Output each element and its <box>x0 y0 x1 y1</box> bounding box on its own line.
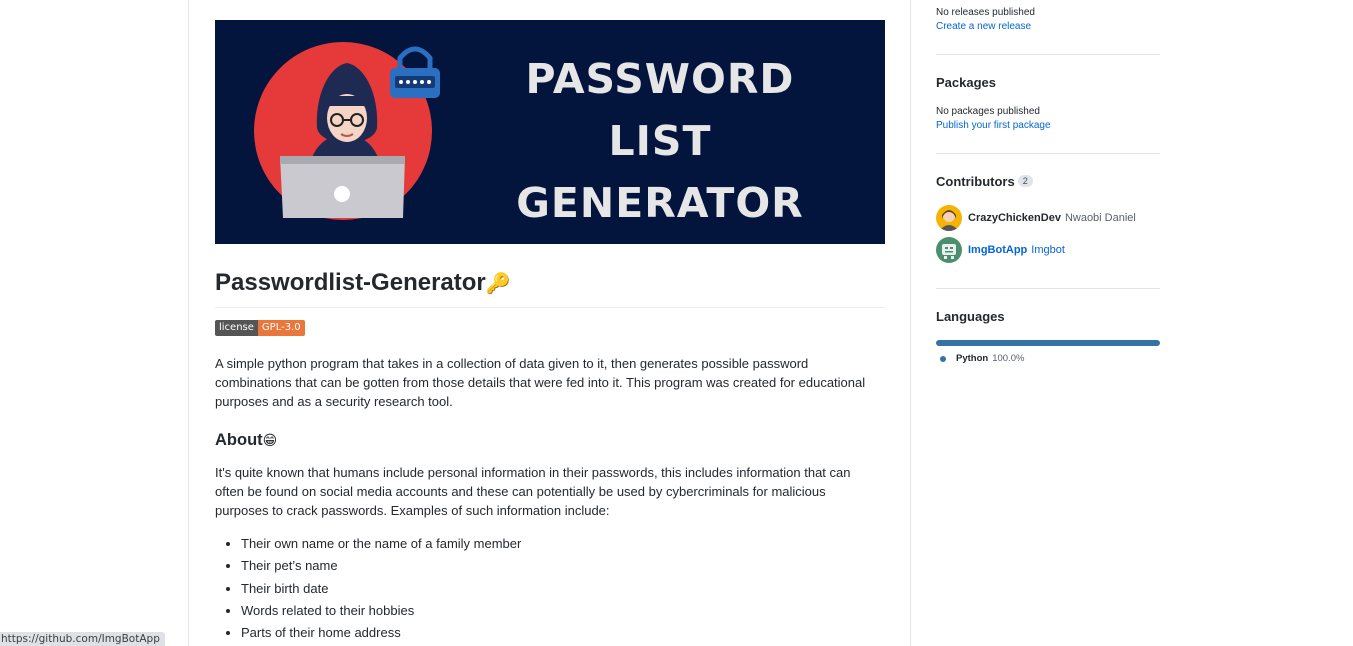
divider <box>936 54 1160 55</box>
contributor-name: Imgbot <box>1031 244 1065 256</box>
banner-line-3: GENERATOR <box>516 179 804 227</box>
divider <box>936 153 1160 154</box>
robot-avatar-icon <box>936 237 962 263</box>
key-emoji-icon: 🔑 <box>485 273 511 295</box>
contributor-login[interactable]: CrazyChickenDev <box>968 212 1061 224</box>
releases-status: No releases published <box>936 7 1035 18</box>
languages-heading: Languages <box>936 309 1005 324</box>
language-item-python[interactable]: Python 100.0% <box>940 353 1024 364</box>
language-percent: 100.0% <box>992 353 1025 364</box>
readme-title: Passwordlist-Generator🔑 <box>215 266 885 308</box>
list-item: Their birth date <box>241 578 521 600</box>
list-item: Their pet’s name <box>241 555 521 577</box>
divider <box>936 288 1160 289</box>
list-item: Parts of their home address <box>241 622 521 644</box>
banner-line-2: LIST <box>608 117 712 165</box>
about-heading-text: About <box>215 431 263 449</box>
readme-description: A simple python program that takes in a … <box>215 356 866 409</box>
create-release-link[interactable]: Create a new release <box>936 21 1031 32</box>
readme-title-text: Passwordlist-Generator <box>215 269 486 296</box>
language-bar <box>936 340 1160 346</box>
contributors-heading[interactable]: Contributors 2 <box>936 174 1033 189</box>
contributor-item[interactable]: CrazyChickenDev Nwaobi Daniel <box>936 205 1136 231</box>
packages-status: No packages published <box>936 106 1040 117</box>
about-list: Their own name or the name of a family m… <box>215 533 521 644</box>
language-name: Python <box>956 353 989 364</box>
license-badge-value: GPL-3.0 <box>257 320 305 336</box>
license-badge-label: license <box>215 320 258 336</box>
python-color-dot <box>940 355 946 362</box>
contributor-item[interactable]: ImgBotApp Imgbot <box>936 237 1065 263</box>
status-bar-url: https://github.com/ImgBotApp <box>0 632 165 646</box>
packages-heading[interactable]: Packages <box>936 75 996 90</box>
license-badge[interactable]: license GPL-3.0 <box>215 320 305 336</box>
contributors-count-badge: 2 <box>1017 175 1033 187</box>
list-item: Their own name or the name of a family m… <box>241 533 521 555</box>
contributor-login[interactable]: ImgBotApp <box>968 244 1027 256</box>
publish-package-link[interactable]: Publish your first package <box>936 120 1051 131</box>
hacker-illustration-icon <box>280 46 440 218</box>
about-heading: About😁 <box>215 428 277 452</box>
person-avatar-icon <box>936 205 962 231</box>
grin-emoji-icon: 😁 <box>262 432 278 448</box>
banner-line-1: PASSWORD <box>525 55 795 103</box>
list-item: Words related to their hobbies <box>241 600 521 622</box>
banner-title: PASSWORD LIST GENERATOR <box>505 48 815 234</box>
contributors-heading-text: Contributors <box>936 174 1015 189</box>
readme-panel: PASSWORD LIST GENERATOR Passwordlist-Gen… <box>188 0 911 646</box>
readme-banner-image: PASSWORD LIST GENERATOR <box>215 20 885 244</box>
about-paragraph: It's quite known that humans include per… <box>215 465 851 518</box>
contributor-name: Nwaobi Daniel <box>1064 212 1136 224</box>
